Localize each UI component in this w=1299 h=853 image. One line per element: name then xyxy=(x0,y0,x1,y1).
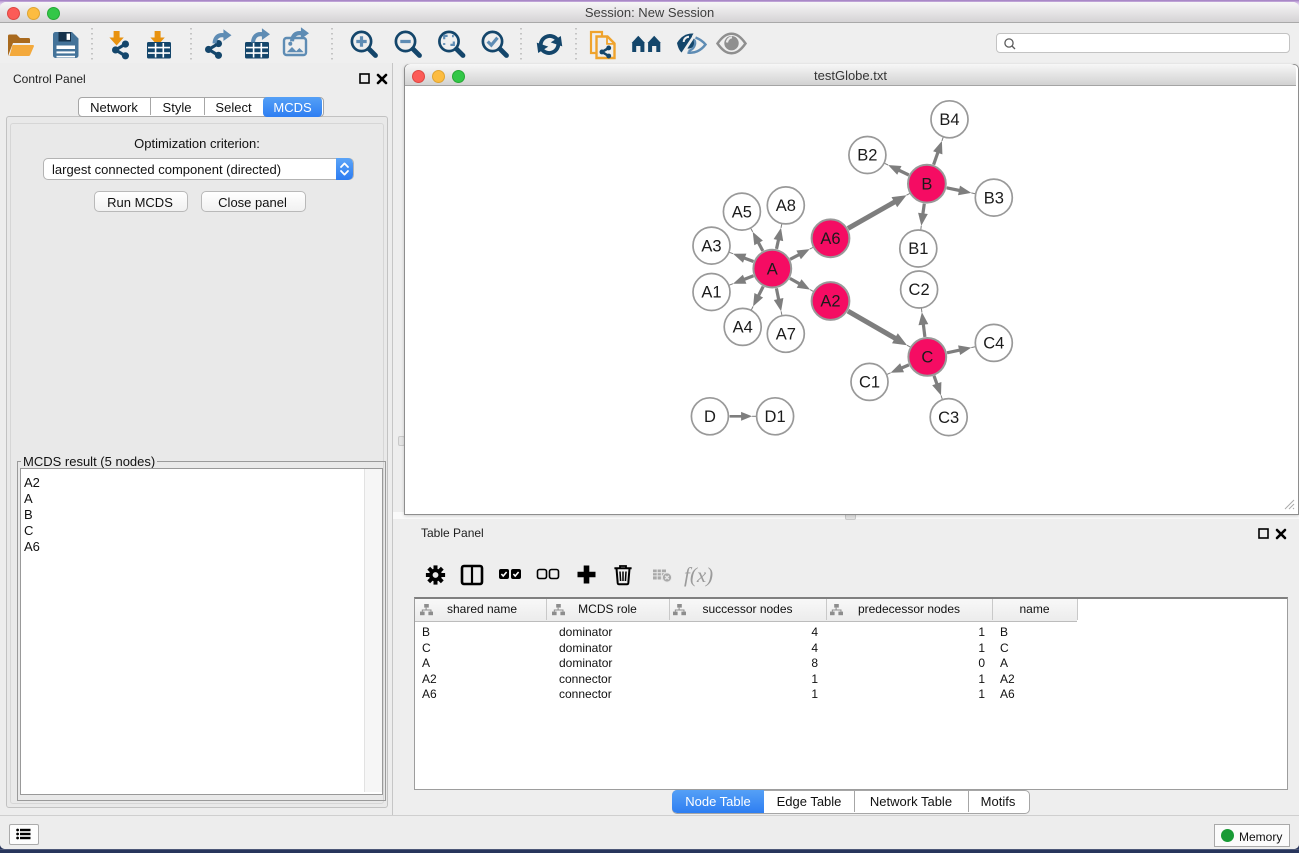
svg-text:A7: A7 xyxy=(776,326,796,344)
svg-text:D1: D1 xyxy=(765,408,786,426)
svg-text:C1: C1 xyxy=(859,374,880,392)
svg-text:C3: C3 xyxy=(938,409,959,427)
svg-text:C4: C4 xyxy=(983,335,1004,353)
svg-text:B2: B2 xyxy=(857,147,877,165)
svg-text:f(x): f(x) xyxy=(684,563,713,587)
svg-text:A6: A6 xyxy=(820,230,840,248)
svg-text:B3: B3 xyxy=(984,189,1004,207)
svg-text:C: C xyxy=(921,349,933,367)
svg-text:B1: B1 xyxy=(908,240,928,258)
svg-text:A2: A2 xyxy=(820,293,840,311)
svg-text:B4: B4 xyxy=(939,111,959,129)
svg-text:A3: A3 xyxy=(701,237,721,255)
svg-text:A4: A4 xyxy=(733,319,753,337)
svg-text:A: A xyxy=(767,260,778,278)
svg-text:A1: A1 xyxy=(701,284,721,302)
svg-text:D: D xyxy=(704,408,716,426)
svg-text:A5: A5 xyxy=(732,203,752,221)
svg-text:B: B xyxy=(921,175,932,193)
svg-text:C2: C2 xyxy=(909,281,930,299)
svg-text:A8: A8 xyxy=(776,197,796,215)
